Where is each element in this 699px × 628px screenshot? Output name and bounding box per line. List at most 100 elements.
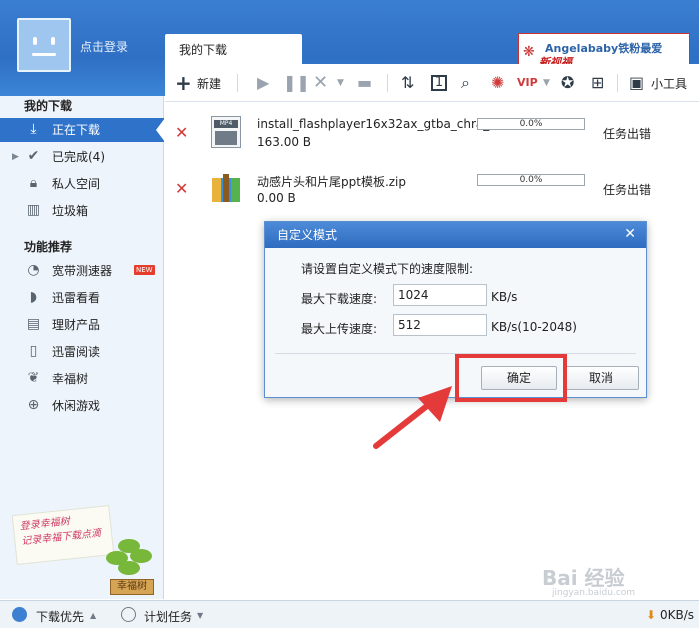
sidebar-item-label: 已完成(4): [52, 150, 105, 164]
status-text: 任务出错: [603, 183, 652, 197]
lock-icon: 🔒︎: [29, 175, 38, 191]
error-icon[interactable]: ✕: [175, 123, 188, 142]
sidebar-item-trash[interactable]: ▥ 垃圾箱: [0, 199, 164, 223]
sidebar-item-label: 私人空间: [52, 177, 101, 191]
highlight-box: [455, 354, 567, 402]
clock-icon: [121, 607, 136, 622]
sidebar-item-label: 幸福树: [52, 372, 89, 386]
list-item[interactable]: ✕ 动感片头和片尾ppt模板.zip 0.00 B 0.0% 任务出错: [165, 163, 699, 217]
status-bar: 下载优先 ▲ 计划任务 ▼ ⬇ 0KB/s: [0, 600, 699, 628]
download-priority-button[interactable]: 下载优先: [36, 608, 84, 625]
chevron-right-icon[interactable]: ▶: [12, 145, 19, 169]
sidebar-item-label: 垃圾箱: [52, 204, 89, 218]
section-title-features: 功能推荐: [24, 240, 73, 254]
book-icon: ▯: [29, 343, 38, 359]
sidebar-item-label: 迅雷看看: [52, 291, 101, 305]
gear-icon[interactable]: ✺: [491, 73, 504, 93]
check-icon: ✔: [27, 148, 40, 164]
upload-speed-unit: KB/s(10-2048): [491, 320, 577, 334]
zipper-icon: [223, 174, 229, 202]
sidebar-item-kankan[interactable]: ◗ 迅雷看看: [0, 286, 164, 310]
folder-icon[interactable]: ▬: [357, 73, 372, 93]
sidebar-item-happy-tree[interactable]: ❦ 幸福树: [0, 367, 164, 391]
list-item[interactable]: ✕ MP4 install_flashplayer16x32ax_gtba_ch…: [165, 107, 699, 161]
file-size: 0.00 B: [257, 191, 296, 205]
sidebar-item-finance[interactable]: ▤ 理财产品: [0, 313, 164, 337]
tools-button[interactable]: 小工具: [651, 75, 687, 92]
section-title-downloads: 我的下载: [24, 99, 73, 113]
sidebar-item-games[interactable]: ⊕ 休闲游戏: [0, 394, 164, 418]
mp4-label-icon: MP4: [214, 120, 238, 128]
speed-readout: 0KB/s: [660, 608, 695, 622]
sidebar-item-label: 宽带测速器: [52, 264, 113, 278]
toolbar-divider: [617, 74, 618, 92]
dialog-message: 请设置自定义模式下的速度限制:: [301, 262, 474, 276]
progress-bar: 0.0%: [477, 174, 585, 186]
sidebar-item-completed[interactable]: ▶ ✔ 已完成(4): [0, 145, 164, 169]
scheduled-task-button[interactable]: 计划任务: [144, 608, 192, 625]
tab-my-downloads[interactable]: 我的下载: [165, 34, 302, 64]
trash-icon: ▥: [26, 202, 41, 218]
active-item-pointer: [156, 118, 165, 142]
gamepad-icon[interactable]: ⊞: [591, 73, 604, 93]
film-reel-icon[interactable]: ✪: [561, 73, 574, 93]
priority-icon[interactable]: 1: [431, 75, 447, 91]
chevron-down-icon[interactable]: ▼: [543, 73, 550, 93]
avatar-eye-icon: [33, 37, 37, 45]
chevron-down-icon[interactable]: ▼: [337, 73, 344, 93]
download-speed-input[interactable]: [393, 284, 487, 306]
chevron-up-icon[interactable]: ▲: [90, 611, 96, 620]
file-size: 163.00 B: [257, 135, 312, 149]
sidebar-item-label: 理财产品: [52, 318, 101, 332]
toolbar: + 新建 ▶ ❚❚ ✕ ▼ ▬ ⇅ 1 ⌕ ✺ VIP ▼ ✪ ⊞ ▣ 小工具: [165, 64, 699, 102]
dialog-title: 自定义模式: [265, 222, 646, 248]
sort-icon[interactable]: ⇅: [401, 73, 414, 93]
vip-icon[interactable]: VIP: [517, 73, 538, 93]
error-icon[interactable]: ✕: [175, 179, 188, 198]
cancel-button[interactable]: 取消: [563, 366, 639, 390]
close-icon[interactable]: ✕: [624, 222, 636, 246]
finance-icon: ▤: [26, 316, 41, 332]
delete-icon[interactable]: ✕: [313, 73, 328, 93]
video-file-icon: MP4: [211, 116, 241, 148]
play-icon[interactable]: ▶: [257, 73, 269, 93]
sidebar-item-label: 正在下载: [52, 123, 101, 137]
download-icon: ⤓: [30, 121, 37, 137]
progress-bar: 0.0%: [477, 118, 585, 130]
pause-icon[interactable]: ❚❚: [283, 73, 310, 93]
archive-file-icon: [211, 172, 241, 204]
tree-pot-label: 幸福树: [110, 579, 154, 595]
happy-tree-icon[interactable]: 幸福树: [104, 535, 156, 597]
archive-strip-icon: [231, 178, 240, 202]
sidebar-item-reading[interactable]: ▯ 迅雷阅读: [0, 340, 164, 364]
search-icon[interactable]: ⌕: [461, 73, 470, 93]
avatar-mouth-icon: [32, 53, 56, 56]
watermark: Bai 经验: [542, 566, 625, 590]
archive-strip-icon: [212, 178, 221, 202]
toolbox-icon[interactable]: ▣: [629, 73, 644, 93]
new-task-button[interactable]: 新建: [197, 75, 221, 92]
leaf-icon: [118, 561, 140, 575]
download-speed-label: 最大下载速度:: [301, 292, 378, 306]
leaf-icon: ❦: [27, 370, 40, 386]
sidebar-item-speed-test[interactable]: ◔ 宽带测速器 NEW: [0, 259, 164, 283]
login-link[interactable]: 点击登录: [80, 38, 128, 55]
red-arrow-icon: [373, 386, 452, 449]
priority-mode-icon[interactable]: [12, 607, 27, 622]
happy-tree-note[interactable]: 登录幸福树 记录幸福下载点滴: [11, 505, 115, 565]
ornament-icon: ❋: [523, 44, 535, 60]
avatar-eye-icon: [51, 37, 55, 45]
upload-speed-label: 最大上传速度:: [301, 322, 378, 336]
avatar[interactable]: [17, 18, 71, 72]
sidebar-item-downloading[interactable]: ⤓ 正在下载: [0, 118, 164, 142]
status-text: 任务出错: [603, 127, 652, 141]
file-name: install_flashplayer16x32ax_gtba_chra_...: [257, 117, 501, 131]
film-icon: [215, 131, 237, 145]
upload-speed-input[interactable]: [393, 314, 487, 336]
chevron-down-icon[interactable]: ▼: [197, 611, 203, 620]
file-name: 动感片头和片尾ppt模板.zip: [257, 175, 407, 189]
sidebar-item-private-space[interactable]: 🔒︎ 私人空间: [0, 172, 164, 196]
speedometer-icon: ◔: [27, 262, 40, 278]
plus-icon[interactable]: +: [175, 73, 192, 93]
new-badge: NEW: [134, 265, 155, 275]
